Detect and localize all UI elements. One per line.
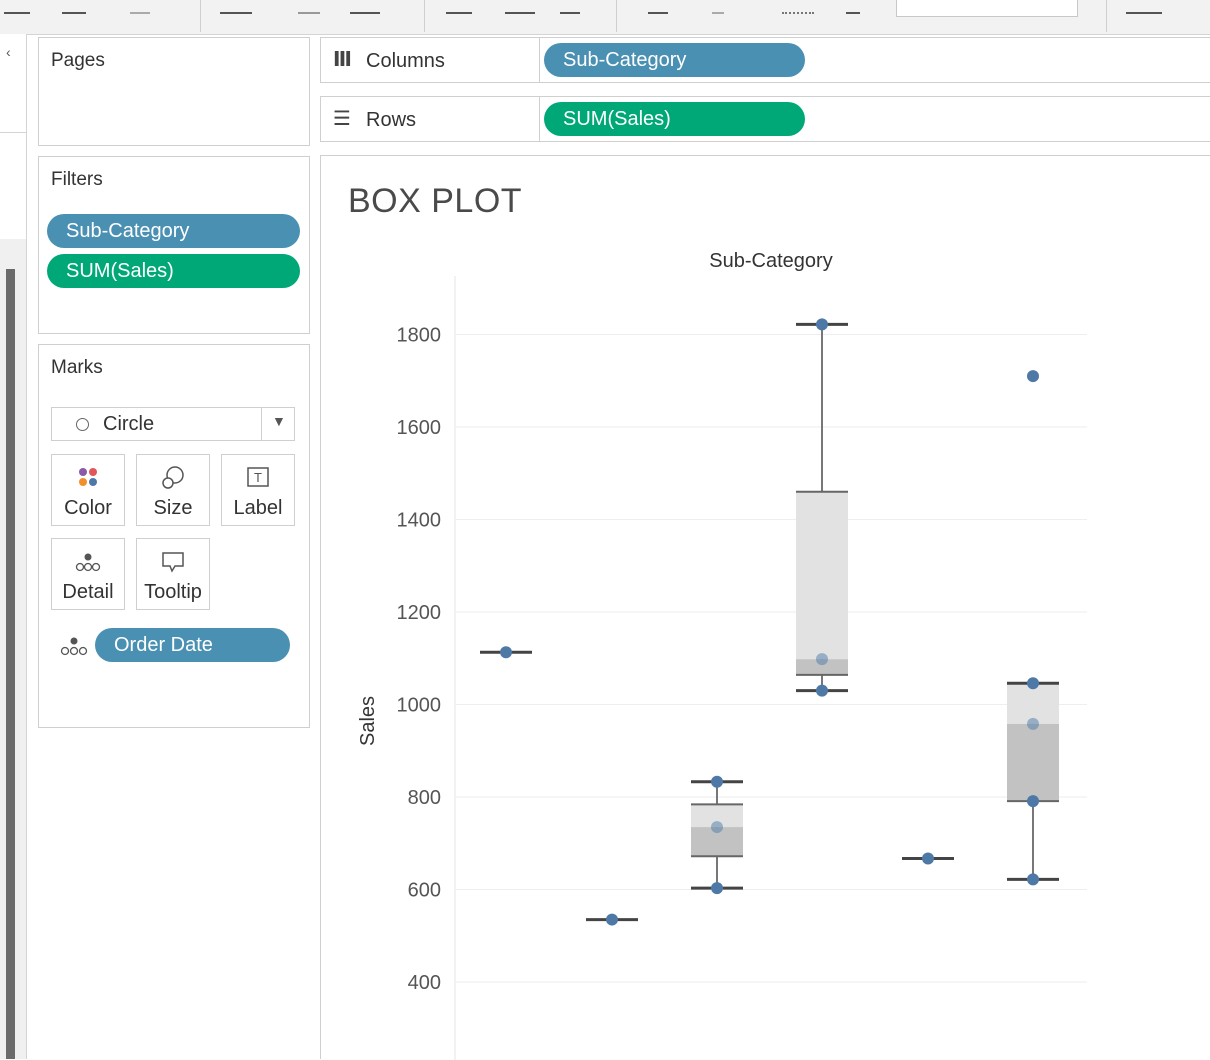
toolbar	[0, 0, 1210, 35]
toolbar-new-sheet-icon[interactable]	[220, 2, 252, 14]
marks-card: Marks Circle ▼ Color Size T Label Detail…	[38, 344, 310, 728]
marks-label-button[interactable]: T Label	[221, 454, 295, 526]
data-point	[1027, 370, 1039, 383]
y-tick-label: 400	[408, 972, 441, 994]
size-icon	[137, 465, 209, 491]
rows-shelf[interactable]: ☰ Rows SUM(Sales)	[320, 96, 1210, 142]
color-icon	[52, 465, 124, 491]
marks-detail-button[interactable]: Detail	[51, 538, 125, 610]
strip-divider	[0, 132, 26, 133]
columns-shelf-label-area: Ⅲ Columns	[321, 38, 540, 82]
toolbar-format-icon[interactable]	[782, 2, 814, 14]
data-point	[500, 646, 512, 659]
y-tick-label: 1800	[397, 325, 442, 347]
tooltip-label: Tooltip	[144, 581, 202, 603]
tooltip-icon	[137, 549, 209, 575]
marks-pill-order-date[interactable]: Order Date	[95, 628, 290, 662]
detail-label: Detail	[62, 581, 114, 603]
toolbar-separator	[200, 0, 201, 32]
toolbar-new-icon[interactable]	[4, 2, 30, 14]
toolbar-group-icon[interactable]	[648, 2, 668, 14]
data-point	[816, 684, 828, 697]
column-header-label: Sub-Category	[709, 250, 832, 272]
mark-type-dropdown-button[interactable]: ▼	[261, 408, 294, 440]
toolbar-separator	[424, 0, 425, 32]
y-tick-label: 600	[408, 880, 441, 902]
box-upper	[796, 491, 848, 660]
rows-pill-sum-sales[interactable]: SUM(Sales)	[544, 102, 805, 136]
data-point	[1027, 717, 1039, 730]
data-point	[606, 913, 618, 926]
left-data-pane-strip: ‹	[0, 34, 27, 1059]
filters-card: Filters Sub-Category SUM(Sales)	[38, 156, 310, 334]
y-axis-label: Sales	[357, 696, 379, 746]
chevron-down-icon: ▼	[272, 413, 286, 429]
detail-encoding-icon	[59, 633, 89, 659]
filter-pill-sum-sales[interactable]: SUM(Sales)	[47, 254, 300, 288]
detail-icon	[52, 549, 124, 575]
marks-size-button[interactable]: Size	[136, 454, 210, 526]
columns-label: Columns	[366, 50, 445, 72]
columns-shelf[interactable]: Ⅲ Columns Sub-Category	[320, 37, 1210, 83]
box-plot-chart: Sub-Category 400 600 800 1000 1200 1400 1600 180…	[357, 250, 1087, 1060]
toolbar-highlight-icon[interactable]	[846, 2, 860, 14]
toolbar-separator	[1106, 0, 1107, 32]
y-tick-label: 800	[408, 787, 441, 809]
collapse-arrow-icon[interactable]: ‹	[6, 44, 11, 60]
columns-pill-sub-category[interactable]: Sub-Category	[544, 43, 805, 77]
columns-icon: Ⅲ	[333, 49, 352, 71]
y-tick-label: 1000	[397, 695, 442, 717]
data-point	[922, 852, 934, 865]
toolbar-separator	[616, 0, 617, 32]
marks-title: Marks	[51, 357, 103, 378]
color-label: Color	[64, 497, 112, 519]
toolbar-sort-desc-icon[interactable]	[560, 2, 580, 14]
data-point	[711, 882, 723, 895]
filters-title: Filters	[51, 169, 103, 190]
toolbar-fit-dropdown[interactable]	[896, 0, 1078, 17]
label-icon: T	[222, 465, 294, 491]
toolbar-show-cards-icon[interactable]	[1126, 2, 1162, 14]
rows-icon: ☰	[333, 108, 351, 130]
box-upper	[1007, 683, 1059, 724]
data-point	[711, 775, 723, 788]
size-label: Size	[153, 497, 193, 519]
y-tick-label: 1200	[397, 602, 442, 624]
svg-text:T: T	[254, 470, 262, 485]
marks-tooltip-button[interactable]: Tooltip	[136, 538, 210, 610]
worksheet-view: BOX PLOT Sub-Category 400 600 800 1000 1200 14…	[320, 155, 1210, 1060]
strip-scrollbar[interactable]	[6, 269, 15, 1059]
filter-pill-sub-category[interactable]: Sub-Category	[47, 214, 300, 248]
mark-type-dropdown[interactable]: Circle ▼	[51, 407, 295, 441]
mark-type-label: Circle	[103, 413, 155, 435]
data-point	[1027, 677, 1039, 690]
label-label: Label	[233, 497, 283, 519]
toolbar-back-icon[interactable]	[62, 2, 86, 14]
data-point	[816, 653, 828, 666]
data-point	[1027, 873, 1039, 886]
toolbar-sort-asc-icon[interactable]	[505, 2, 535, 14]
toolbar-label-icon[interactable]	[712, 2, 724, 14]
rows-label: Rows	[366, 109, 417, 131]
data-point	[1027, 795, 1039, 808]
data-point	[711, 821, 723, 834]
circle-mark-icon	[76, 418, 89, 431]
y-tick-label: 1400	[397, 510, 442, 532]
toolbar-refresh-icon[interactable]	[130, 2, 150, 14]
marks-color-button[interactable]: Color	[51, 454, 125, 526]
data-point	[816, 318, 828, 331]
toolbar-duplicate-icon[interactable]	[298, 2, 320, 14]
pages-title: Pages	[51, 50, 105, 71]
pages-card: Pages	[38, 37, 310, 146]
rows-shelf-label-area: ☰ Rows	[321, 97, 540, 141]
toolbar-swap-icon[interactable]	[446, 2, 472, 14]
box-lower	[1007, 723, 1059, 802]
toolbar-clear-icon[interactable]	[350, 2, 380, 14]
y-tick-label: 1600	[397, 417, 442, 439]
